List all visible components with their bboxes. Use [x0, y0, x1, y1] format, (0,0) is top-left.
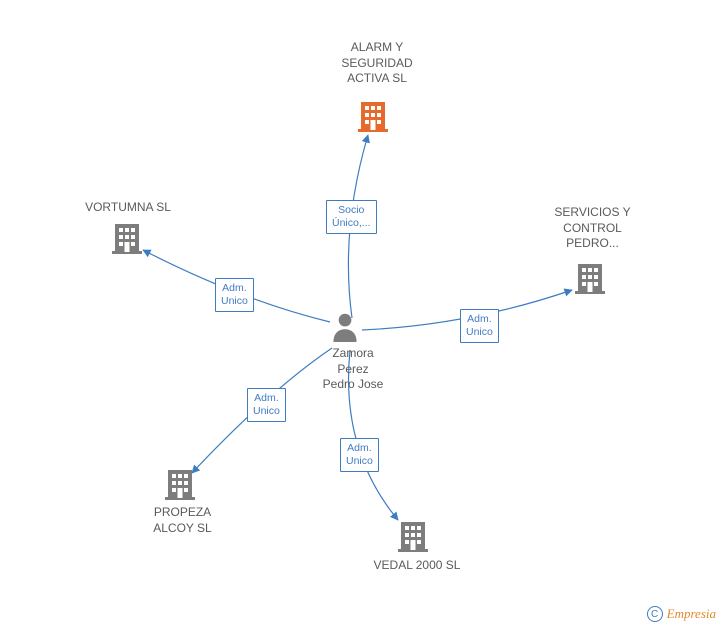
footer-copyright: C Empresia — [647, 606, 716, 622]
edge-label-propeza: Adm. Unico — [247, 388, 286, 422]
node-servicios-label: SERVICIOS Y CONTROL PEDRO... — [545, 205, 640, 252]
edge-label-servicios: Adm. Unico — [460, 309, 499, 343]
node-vedal-label: VEDAL 2000 SL — [362, 558, 472, 574]
footer-brand: Empresia — [667, 606, 716, 622]
node-alarm-icon — [358, 100, 388, 132]
diagram-edges — [0, 0, 726, 630]
node-servicios-icon — [575, 262, 605, 294]
edge-label-alarm: Socio Único,... — [326, 200, 377, 234]
node-vedal-icon — [398, 520, 428, 552]
center-label: Zamora Perez Pedro Jose — [313, 346, 393, 393]
node-propeza-label: PROPEZA ALCOY SL — [140, 505, 225, 536]
copyright-icon: C — [647, 606, 663, 622]
node-vortumna-label: VORTUMNA SL — [78, 200, 178, 216]
node-propeza-icon — [165, 468, 195, 500]
edge-label-vortumna: Adm. Unico — [215, 278, 254, 312]
node-vortumna-icon — [112, 222, 142, 254]
edge-label-vedal: Adm. Unico — [340, 438, 379, 472]
person-icon — [331, 312, 359, 342]
node-alarm-label: ALARM Y SEGURIDAD ACTIVA SL — [332, 40, 422, 87]
